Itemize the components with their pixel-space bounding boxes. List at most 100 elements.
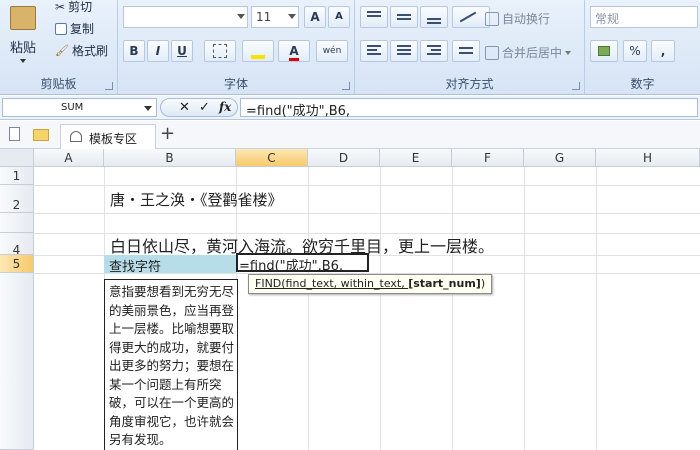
underline-icon: U (177, 44, 187, 58)
cut-label: 剪切 (68, 0, 93, 14)
gridline (452, 167, 453, 450)
bold-icon: B (129, 44, 139, 58)
currency-button[interactable] (590, 40, 618, 62)
merge-center-label: 合并后居中 (502, 46, 563, 60)
add-tab-button[interactable]: + (160, 123, 175, 144)
grow-font-button[interactable]: A (304, 6, 326, 28)
column-header-e[interactable]: E (380, 149, 452, 167)
comma-button[interactable]: , (651, 40, 675, 62)
phonetic-button[interactable]: wén (316, 40, 348, 62)
row-header-6[interactable] (0, 273, 34, 450)
align-center-button[interactable] (390, 40, 418, 62)
align-left-button[interactable] (360, 40, 388, 62)
chevron-down-icon[interactable] (144, 106, 152, 111)
cell-b2[interactable]: 唐・王之涣・《登鹳雀楼》 (110, 189, 283, 210)
name-box-value: SUM (61, 102, 84, 113)
row-header-3: 3 (0, 213, 34, 233)
indent-button[interactable] (452, 40, 480, 62)
shrink-font-button[interactable]: A (328, 6, 350, 28)
font-name-select[interactable] (123, 6, 248, 28)
cancel-icon[interactable]: ✕ (179, 100, 190, 115)
gridline (524, 167, 525, 450)
tooltip-function-name[interactable]: FIND(find_text, within_text, (255, 277, 408, 290)
format-painter-button[interactable]: 🖌 格式刷 (55, 42, 108, 59)
row-header-1[interactable]: 1 (0, 167, 34, 185)
folder-icon[interactable] (33, 129, 49, 141)
formula-bar: SUM ✕ ✓ fx =find("成功",B6, (0, 96, 700, 120)
enter-icon[interactable]: ✓ (199, 100, 210, 115)
column-header-h[interactable]: H (596, 149, 700, 167)
row-header-5[interactable]: 5 (0, 255, 34, 273)
clipboard-group-label: 剪贴板 (40, 77, 77, 91)
gridline (380, 167, 381, 450)
align-top-button[interactable] (360, 6, 388, 28)
bold-button[interactable]: B (123, 40, 145, 62)
home-icon (70, 131, 82, 142)
number-group: 常规 % , 数字 (585, 0, 700, 95)
alignment-launcher-icon[interactable] (572, 82, 580, 90)
align-middle-button[interactable] (390, 6, 418, 28)
brush-icon: 🖌 (55, 44, 69, 57)
spreadsheet-grid: A B C D E F G H 1 2 3 4 5 唐・王之涣・《登鹳雀楼》 白… (0, 149, 700, 450)
number-format-select[interactable]: 常规 (590, 6, 698, 28)
gridline (596, 167, 597, 450)
cut-button[interactable]: ✂ 剪切 (55, 0, 92, 15)
scissors-icon: ✂ (55, 0, 66, 14)
tab-template-zone-label: 模板专区 (89, 132, 138, 146)
font-size-select[interactable]: 11 (251, 6, 299, 28)
currency-icon (598, 46, 610, 56)
comma-icon: , (660, 44, 666, 58)
column-header-a[interactable]: A (34, 149, 104, 167)
italic-button[interactable]: I (147, 40, 169, 62)
select-all-corner[interactable] (0, 149, 34, 167)
align-bottom-button[interactable] (420, 6, 448, 28)
percent-button[interactable]: % (623, 40, 647, 62)
chevron-down-icon (237, 14, 245, 19)
italic-icon: I (155, 44, 161, 58)
cell-b5[interactable]: 查找字符 (104, 255, 236, 275)
tooltip-current-arg[interactable]: [start_num] (408, 277, 481, 290)
copy-icon (55, 22, 67, 35)
underline-button[interactable]: U (171, 40, 193, 62)
chevron-down-icon (20, 59, 26, 63)
tooltip-suffix: ) (480, 277, 486, 290)
chevron-down-icon (565, 50, 572, 55)
copy-button[interactable]: 复制 (55, 20, 94, 37)
column-header-g[interactable]: G (524, 149, 596, 167)
name-box[interactable]: SUM (2, 98, 157, 117)
gridline (34, 185, 700, 186)
new-document-icon[interactable] (9, 127, 20, 141)
alignment-group: 自动换行 合并后居中 对齐方式 (355, 0, 585, 95)
cell-b6[interactable]: 意指要想看到无穷无尽的美丽景色，应当再登上一层楼。比喻想要取得更大的成功，就要付… (104, 279, 238, 450)
font-color-button[interactable]: A (278, 40, 310, 62)
tab-strip: 模板专区 + (0, 121, 700, 149)
active-cell-c5[interactable]: =find("成功",B6, (236, 253, 369, 274)
row-header-2[interactable]: 2 (0, 185, 34, 213)
wrap-text-label: 自动换行 (502, 12, 551, 26)
formula-input[interactable]: =find("成功",B6, (240, 98, 698, 119)
paste-button[interactable]: 粘贴 (10, 6, 36, 63)
formula-controls: ✕ ✓ fx (160, 98, 238, 117)
row-header-4[interactable]: 4 (0, 233, 34, 257)
paste-label: 粘贴 (10, 41, 37, 56)
fill-color-button[interactable] (242, 40, 274, 62)
tab-template-zone[interactable]: 模板专区 (60, 124, 156, 149)
column-header-c[interactable]: C (236, 149, 308, 167)
align-right-button[interactable] (420, 40, 448, 62)
clipboard-launcher-icon[interactable] (105, 82, 113, 90)
font-size-value: 11 (256, 10, 272, 24)
number-group-label: 数字 (630, 77, 655, 91)
column-header-d[interactable]: D (308, 149, 380, 167)
clipboard-group: 粘贴 ✂ 剪切 复制 🖌 格式刷 剪贴板 (0, 0, 118, 95)
column-header-b[interactable]: B (104, 149, 236, 167)
font-launcher-icon[interactable] (342, 82, 350, 90)
column-header-f[interactable]: F (452, 149, 524, 167)
alignment-group-label: 对齐方式 (445, 77, 494, 91)
wrap-text-button[interactable]: 自动换行 (485, 10, 550, 27)
chevron-down-icon (288, 14, 296, 19)
cell-c5-editor[interactable]: =find("成功",B6, (239, 255, 343, 274)
merge-center-button[interactable]: 合并后居中 (485, 44, 572, 61)
borders-button[interactable] (204, 40, 236, 62)
insert-function-icon[interactable]: fx (219, 100, 231, 114)
phonetic-icon: wén (322, 46, 342, 56)
